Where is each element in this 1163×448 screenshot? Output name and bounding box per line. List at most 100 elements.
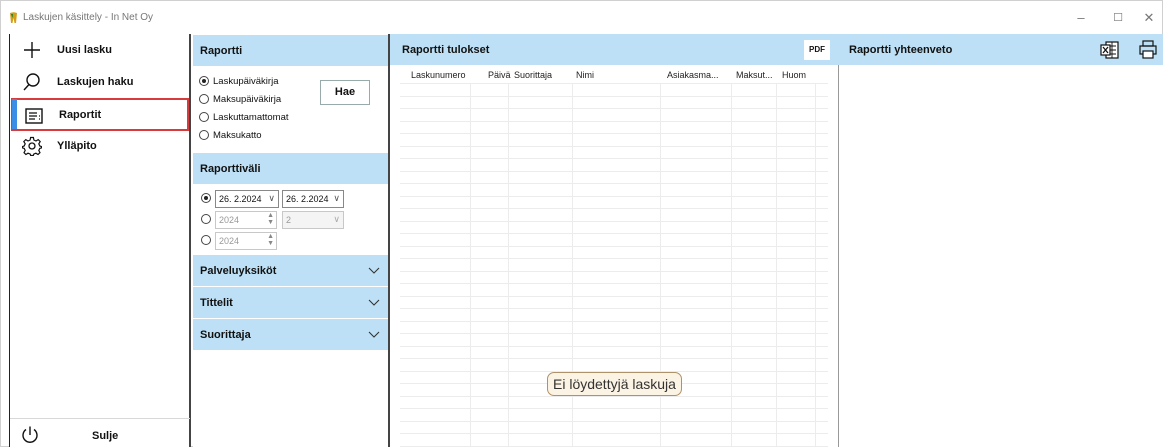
grid-row-line (400, 121, 828, 122)
chevron-down-icon: ∨ (268, 193, 275, 203)
minimize-button[interactable]: – (1067, 8, 1095, 28)
date-from-value: 26. 2.2024 (219, 194, 262, 204)
grid-row-line (400, 196, 828, 197)
grid-column-line (508, 83, 509, 447)
sulje-button[interactable]: Sulje (10, 422, 190, 448)
power-icon (22, 426, 38, 443)
printer-icon[interactable] (1137, 39, 1159, 61)
date-to-value: 26. 2.2024 (286, 194, 329, 204)
sidebar-item-yllapito[interactable]: Ylläpito (10, 131, 190, 161)
month-value: 2 (286, 215, 292, 225)
sidebar-item-uusi-lasku[interactable]: Uusi lasku (10, 35, 190, 65)
tittelit-title: Tittelit (200, 297, 233, 309)
year-spinner-2[interactable]: 2024 ▲ ▼ (215, 232, 277, 250)
summary-title: Raportti yhteenveto (849, 44, 953, 56)
year-value: 2024 (219, 236, 240, 246)
date-from-picker[interactable]: 26. 2.2024 ∨ (215, 190, 279, 208)
chevron-down-icon: ∨ (333, 214, 340, 224)
divider (10, 418, 190, 419)
tittelit-header[interactable]: Tittelit (193, 287, 388, 318)
sidebar-item-raportit[interactable]: Raportit (11, 98, 189, 131)
grid-row-line (400, 233, 828, 234)
radio-maksukatto[interactable]: Maksukatto (199, 127, 262, 143)
radio-laskupaivakirja[interactable]: Laskupäiväkirja (199, 73, 278, 89)
active-indicator (12, 99, 17, 129)
grid-column-line (731, 83, 732, 447)
column-header[interactable]: Nimi (576, 70, 594, 80)
grid-row-line (400, 171, 828, 172)
raporttivali-header: Raporttiväli (193, 153, 388, 184)
radio-laskuttamattomat[interactable]: Laskuttamattomat (199, 109, 289, 125)
radio-circle[interactable] (199, 112, 209, 122)
radio-circle[interactable] (199, 76, 209, 86)
window-title: Laskujen käsittely - In Net Oy (23, 12, 154, 23)
grid-column-line (470, 83, 471, 447)
grid-column-line (776, 83, 777, 447)
spinner-arrows-icon[interactable]: ▲ ▼ (267, 233, 274, 247)
grid-row-line (400, 183, 828, 184)
chevron-down-icon (368, 331, 380, 338)
plus-icon (24, 42, 40, 58)
excel-icon[interactable] (1099, 39, 1121, 61)
summary-header: Raportti yhteenveto (839, 34, 1163, 65)
grid-row-line (400, 321, 828, 322)
sidebar-item-label: Raportit (59, 109, 102, 121)
grid-row-line (400, 308, 828, 309)
hae-button[interactable]: Hae (320, 80, 370, 105)
column-header[interactable]: Suorittaja (514, 70, 552, 80)
raporttivali-title: Raporttiväli (200, 163, 261, 175)
chevron-down-icon (368, 267, 380, 274)
radio-date-range[interactable] (201, 193, 211, 203)
radio-year[interactable] (201, 235, 211, 245)
grid-row-line (400, 246, 828, 247)
radio-year-month[interactable] (201, 214, 211, 224)
suorittaja-header[interactable]: Suorittaja (193, 319, 388, 350)
grid-column-line (815, 83, 816, 447)
radio-label: Maksukatto (213, 129, 262, 141)
radio-circle[interactable] (199, 130, 209, 140)
chevron-down-icon: ∨ (333, 193, 340, 203)
date-to-picker[interactable]: 26. 2.2024 ∨ (282, 190, 344, 208)
sulje-label: Sulje (92, 430, 119, 442)
grid-row-line (400, 333, 828, 334)
results-table[interactable]: Laskunumero Päivä Suorittaja Nimi Asiaka… (400, 69, 828, 447)
sidebar-item-laskujen-haku[interactable]: Laskujen haku (10, 67, 190, 97)
year-spinner-1[interactable]: 2024 ▲ ▼ (215, 211, 277, 229)
radio-circle[interactable] (199, 94, 209, 104)
pdf-button[interactable]: PDF (804, 40, 830, 60)
grid-row-line (400, 346, 828, 347)
sidebar-item-label: Laskujen haku (57, 76, 134, 88)
grid-row-line (400, 421, 828, 422)
grid-row-line (400, 133, 828, 134)
raportti-header: Raportti (193, 35, 388, 66)
column-header[interactable]: Asiakasma... (667, 70, 719, 80)
grid-row-line (400, 296, 828, 297)
month-dropdown[interactable]: 2 ∨ (282, 211, 344, 229)
sidebar-item-label: Uusi lasku (57, 44, 113, 56)
radio-maksupaivakirja[interactable]: Maksupäiväkirja (199, 91, 281, 107)
raportti-title: Raportti (200, 45, 243, 57)
search-icon (23, 73, 40, 91)
grid-row-line (400, 208, 828, 209)
spinner-arrows-icon[interactable]: ▲ ▼ (267, 212, 274, 226)
column-header[interactable]: Päivä (488, 70, 511, 80)
app-window: Laskujen käsittely - In Net Oy – ☐ ✕ Uus… (0, 0, 1163, 447)
gear-icon (22, 136, 42, 156)
column-header[interactable]: Laskunumero (411, 70, 466, 80)
results-header: Raportti tulokset PDF (390, 34, 839, 65)
column-header[interactable]: Maksut... (736, 70, 773, 80)
close-window-button[interactable]: ✕ (1135, 8, 1163, 28)
grid-row-line (400, 283, 828, 284)
palveluyksikot-header[interactable]: Palveluyksiköt (193, 255, 388, 286)
column-header[interactable]: Huom (782, 70, 806, 80)
chevron-down-icon (368, 299, 380, 306)
report-options-panel: Raportti Laskupäiväkirja Maksupäiväkirja… (193, 34, 388, 447)
summary-panel: Raportti yhteenveto (839, 34, 1163, 447)
grid-row-line (400, 358, 828, 359)
year-value: 2024 (219, 215, 240, 225)
empty-message: Ei löydettyjä laskuja (547, 372, 682, 396)
grid-row-line (400, 96, 828, 97)
maximize-button[interactable]: ☐ (1104, 8, 1132, 28)
grid-row-line (400, 108, 828, 109)
palveluyksikot-title: Palveluyksiköt (200, 265, 277, 277)
